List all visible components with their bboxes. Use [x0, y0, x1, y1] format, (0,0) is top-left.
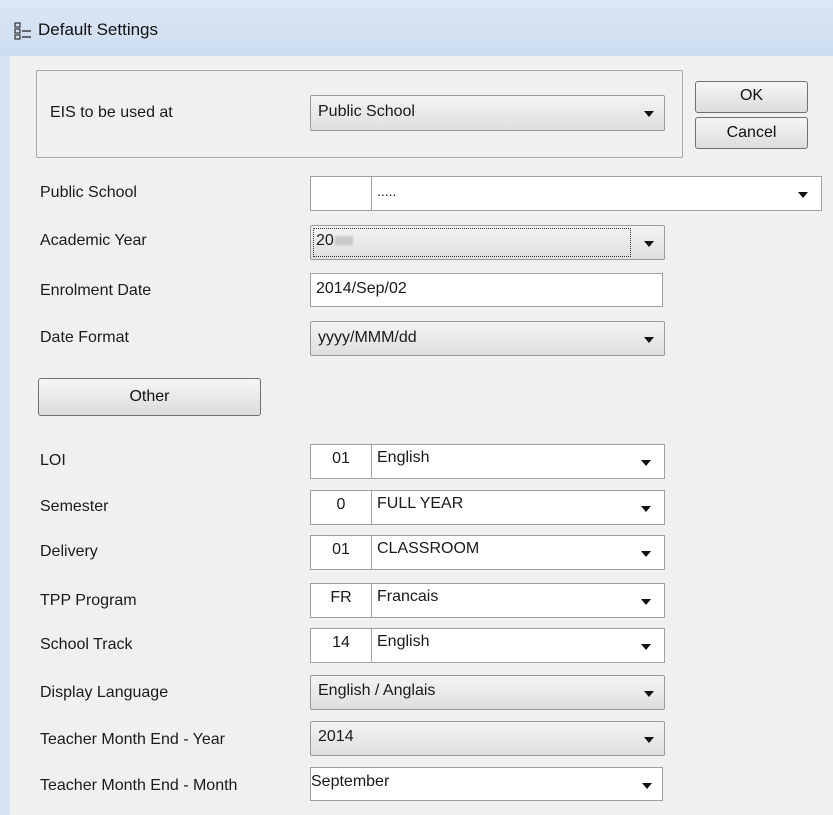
ok-button[interactable]: OK	[695, 81, 808, 113]
academic-year-text: 20	[316, 232, 334, 249]
cancel-button[interactable]: Cancel	[695, 117, 808, 149]
date-format-value: yyyy/MMM/dd	[318, 329, 417, 346]
window-left-border	[0, 56, 10, 815]
date-format-label: Date Format	[40, 329, 129, 346]
display-language-dropdown[interactable]: English / Anglais	[310, 675, 665, 710]
chevron-down-icon	[641, 644, 651, 650]
semester-label: Semester	[40, 498, 109, 515]
delivery-label: Delivery	[40, 543, 98, 560]
school-track-code: 14	[332, 634, 350, 651]
teacher-month-end-month-value: September	[311, 773, 390, 790]
eis-dropdown[interactable]: Public School	[310, 95, 665, 131]
semester-value: FULL YEAR	[377, 495, 464, 512]
chevron-down-icon	[641, 551, 651, 557]
teacher-month-end-month-dropdown[interactable]: September	[310, 767, 663, 801]
eis-dropdown-value: Public School	[318, 103, 415, 120]
enrolment-date-value: 2014/Sep/02	[316, 280, 407, 297]
chevron-down-icon	[641, 506, 651, 512]
teacher-month-end-year-value: 2014	[318, 728, 354, 745]
semester-code: 0	[336, 496, 346, 513]
public-school-label: Public School	[40, 184, 137, 201]
school-track-value: English	[377, 633, 430, 650]
cancel-button-label: Cancel	[726, 124, 777, 141]
school-track-dropdown[interactable]: English	[371, 628, 665, 663]
display-language-label: Display Language	[40, 684, 169, 701]
chevron-down-icon	[642, 783, 652, 789]
school-track-label: School Track	[40, 636, 133, 653]
loi-value: English	[377, 449, 430, 466]
eis-label: EIS to be used at	[50, 104, 173, 121]
enrolment-date-label: Enrolment Date	[40, 282, 152, 299]
chevron-down-icon	[644, 737, 654, 743]
focus-rectangle	[313, 228, 631, 257]
default-settings-dialog: Default Settings EIS to be used at Publi…	[0, 0, 833, 815]
other-button[interactable]: Other	[38, 378, 261, 416]
title-bar: Default Settings	[0, 0, 833, 56]
public-school-value: .....	[377, 183, 397, 199]
chevron-down-icon	[644, 691, 654, 697]
tpp-program-code-field[interactable]: FR	[310, 583, 372, 618]
chevron-down-icon	[641, 599, 651, 605]
semester-dropdown[interactable]: FULL YEAR	[371, 490, 665, 525]
teacher-month-end-year-label: Teacher Month End - Year	[40, 731, 226, 748]
loi-code: 01	[332, 450, 350, 467]
school-track-code-field[interactable]: 14	[310, 628, 372, 663]
chevron-down-icon	[644, 337, 654, 343]
delivery-code: 01	[332, 541, 350, 558]
window-app-icon	[14, 22, 31, 40]
enrolment-date-field[interactable]: 2014/Sep/02	[310, 273, 663, 307]
delivery-value: CLASSROOM	[377, 540, 480, 557]
academic-year-value: 20	[316, 232, 353, 250]
chevron-down-icon	[798, 192, 808, 198]
tpp-program-value: Francais	[377, 588, 439, 605]
loi-dropdown[interactable]: English	[371, 444, 665, 479]
delivery-dropdown[interactable]: CLASSROOM	[371, 535, 665, 570]
window-title: Default Settings	[38, 20, 159, 39]
loi-code-field[interactable]: 01	[310, 444, 372, 479]
other-button-label: Other	[129, 388, 170, 405]
chevron-down-icon	[644, 111, 654, 117]
public-school-dropdown[interactable]: .....	[371, 176, 822, 211]
academic-year-label: Academic Year	[40, 232, 147, 249]
redacted-mask	[334, 236, 353, 246]
semester-code-field[interactable]: 0	[310, 490, 372, 525]
chevron-down-icon	[641, 460, 651, 466]
date-format-dropdown[interactable]: yyyy/MMM/dd	[310, 321, 665, 356]
tpp-program-dropdown[interactable]: Francais	[371, 583, 665, 618]
academic-year-dropdown[interactable]: 20	[310, 225, 665, 260]
display-language-value: English / Anglais	[318, 682, 436, 699]
chevron-down-icon	[644, 241, 654, 247]
loi-label: LOI	[40, 452, 66, 469]
tpp-program-label: TPP Program	[40, 592, 137, 609]
teacher-month-end-year-dropdown[interactable]: 2014	[310, 721, 665, 756]
tpp-program-code: FR	[330, 589, 352, 606]
delivery-code-field[interactable]: 01	[310, 535, 372, 570]
teacher-month-end-month-label: Teacher Month End - Month	[40, 777, 238, 794]
public-school-code-field[interactable]	[310, 176, 372, 211]
ok-button-label: OK	[739, 87, 764, 104]
